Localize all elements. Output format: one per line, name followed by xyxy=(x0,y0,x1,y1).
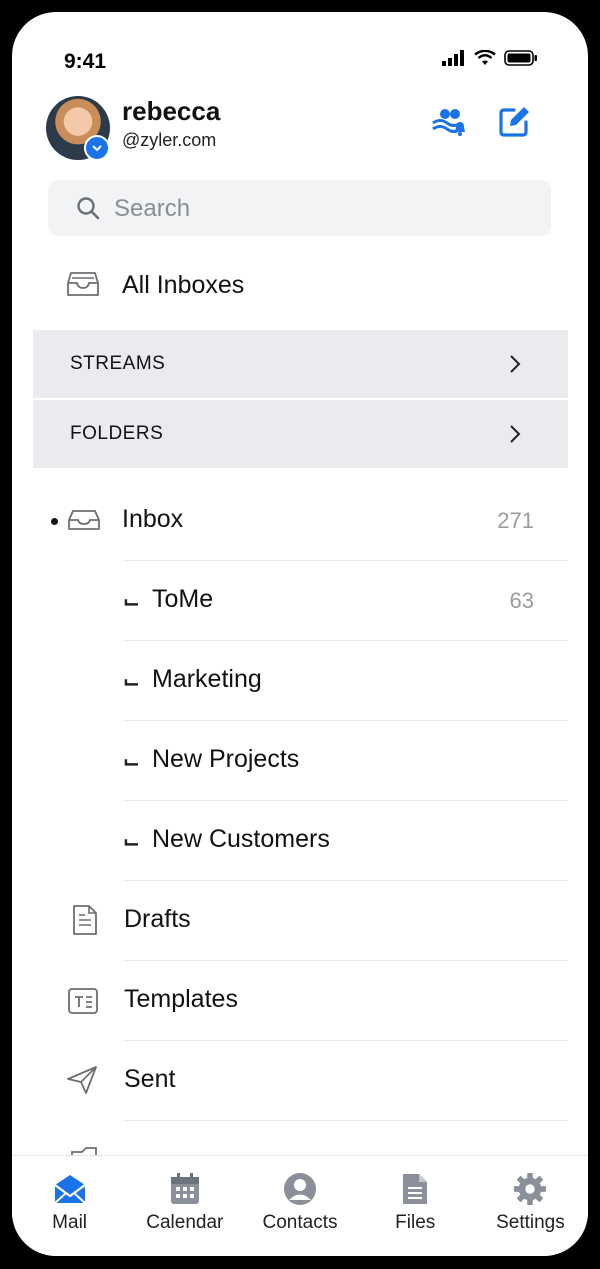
section-folders-label: FOLDERS xyxy=(70,423,164,444)
group-bell-icon xyxy=(432,109,465,136)
tab-mail-label: Mail xyxy=(52,1212,88,1233)
tab-files-label: Files xyxy=(395,1212,436,1233)
search-input[interactable] xyxy=(112,191,516,227)
section-folders[interactable]: FOLDERS xyxy=(33,400,568,468)
chevron-right-icon xyxy=(510,425,521,443)
files-icon xyxy=(403,1174,428,1204)
section-streams[interactable]: STREAMS xyxy=(33,330,568,398)
tab-calendar[interactable]: Calendar xyxy=(127,1156,242,1256)
tab-settings-label: Settings xyxy=(496,1212,565,1233)
subfolder-label: New Customers xyxy=(152,825,330,853)
subfolder-new-projects[interactable]: ⌙ New Projects xyxy=(12,721,588,801)
tab-settings[interactable]: Settings xyxy=(473,1156,588,1256)
subfolder-label: New Projects xyxy=(152,745,300,773)
tab-mail[interactable]: Mail xyxy=(12,1156,127,1256)
folder-inbox-label: Inbox xyxy=(122,505,184,533)
bottom-tab-bar: Mail Calendar Contacts Files Settings xyxy=(12,1155,588,1256)
subfolder-label: Marketing xyxy=(152,665,262,693)
search-icon xyxy=(77,197,100,220)
app-screen: 9:41 rebecca @zyler.com All Inboxes STRE… xyxy=(12,12,588,1256)
subfolder-marker-icon: ⌙ xyxy=(123,831,140,853)
folder-sent-label: Sent xyxy=(124,1065,176,1093)
settings-icon xyxy=(514,1172,547,1206)
send-icon xyxy=(67,1066,97,1094)
folder-templates-label: Templates xyxy=(124,985,238,1013)
template-icon xyxy=(68,988,98,1014)
folder-sent[interactable]: Sent xyxy=(12,1041,588,1121)
section-streams-label: STREAMS xyxy=(70,353,166,374)
battery-icon xyxy=(504,50,537,66)
subfolder-count: 63 xyxy=(509,588,534,613)
folder-drafts-label: Drafts xyxy=(124,905,191,933)
inbox-icon xyxy=(68,510,100,530)
tab-contacts[interactable]: Contacts xyxy=(242,1156,357,1256)
draft-icon xyxy=(73,905,97,935)
group-notifications-button[interactable] xyxy=(429,102,469,142)
user-domain: @zyler.com xyxy=(122,130,217,150)
all-inboxes-label: All Inboxes xyxy=(122,271,245,299)
wifi-icon xyxy=(474,50,496,65)
account-switch-icon[interactable] xyxy=(84,135,110,161)
subfolder-label: ToMe xyxy=(152,585,214,613)
folder-icon xyxy=(71,1147,97,1155)
folder-inbox[interactable]: Inbox 271 xyxy=(12,481,588,561)
subfolder-marker-icon: ⌙ xyxy=(123,671,140,693)
status-icons xyxy=(442,50,538,66)
status-time: 9:41 xyxy=(64,50,107,73)
subfolder-new-customers[interactable]: ⌙ New Customers xyxy=(12,801,588,881)
selected-dot xyxy=(51,518,58,525)
folder-drafts[interactable]: Drafts xyxy=(12,881,588,961)
user-name: rebecca xyxy=(122,96,221,126)
all-inboxes-item[interactable]: All Inboxes xyxy=(12,246,588,326)
chevron-right-icon xyxy=(510,355,521,373)
search-bar[interactable] xyxy=(48,180,551,236)
mail-icon xyxy=(53,1175,86,1204)
compose-icon xyxy=(499,107,529,137)
device-frame: 9:41 rebecca @zyler.com All Inboxes STRE… xyxy=(0,0,600,1269)
subfolder-marketing[interactable]: ⌙ Marketing xyxy=(12,641,588,721)
contacts-icon xyxy=(284,1173,316,1205)
signal-icon xyxy=(442,50,464,66)
folder-templates[interactable]: Templates xyxy=(12,961,588,1041)
compose-button[interactable] xyxy=(494,102,534,142)
subfolder-marker-icon: ⌙ xyxy=(123,591,140,613)
subfolder-tome[interactable]: ⌙ ToMe 63 xyxy=(12,561,588,641)
subfolder-marker-icon: ⌙ xyxy=(123,751,140,773)
tab-files[interactable]: Files xyxy=(358,1156,473,1256)
calendar-icon xyxy=(170,1173,199,1204)
folder-next-partial[interactable] xyxy=(12,1121,588,1155)
folder-inbox-count: 271 xyxy=(497,508,534,533)
tab-calendar-label: Calendar xyxy=(146,1212,224,1233)
tab-contacts-label: Contacts xyxy=(262,1212,338,1233)
tray-icon xyxy=(67,272,99,296)
